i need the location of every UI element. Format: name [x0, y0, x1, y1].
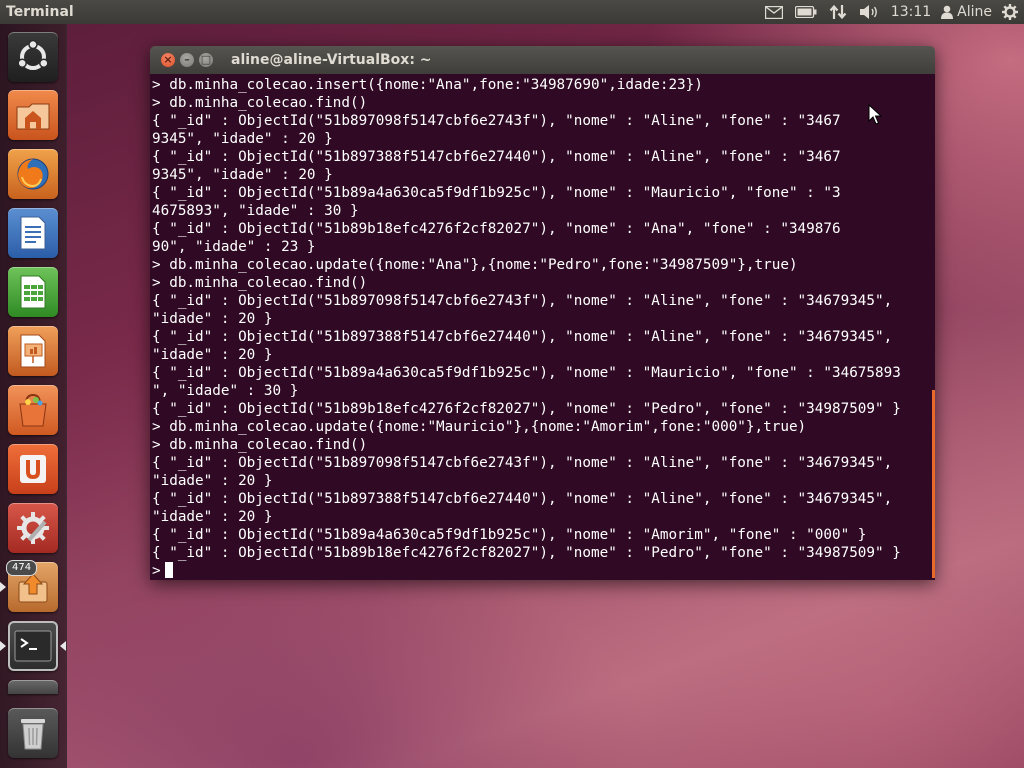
terminal-line: { "_id" : ObjectId("51b89a4a630ca5f9df1b…	[152, 365, 901, 381]
terminal-line: { "_id" : ObjectId("51b89b18efc4276f2cf8…	[152, 545, 901, 561]
close-icon[interactable]: ×	[161, 53, 175, 67]
software-center-icon	[19, 393, 47, 427]
writer-icon	[20, 216, 46, 250]
session-gear-icon[interactable]	[996, 0, 1024, 24]
user-menu[interactable]: Aline	[937, 4, 996, 20]
terminal-line: "idade" : 20 }	[152, 347, 273, 363]
maximize-icon[interactable]: □	[199, 53, 213, 67]
prompt-line[interactable]: >	[152, 562, 935, 580]
terminal-line: { "_id" : ObjectId("51b897098f5147cbf6e2…	[152, 293, 893, 309]
launcher-home-folder[interactable]	[8, 90, 58, 140]
terminal-line: ", "idade" : 30 }	[152, 383, 299, 399]
launcher-system-settings[interactable]	[8, 503, 58, 553]
launcher-ubuntu-one[interactable]	[8, 444, 58, 494]
terminal-line: > db.minha_colecao.find()	[152, 275, 368, 291]
clock[interactable]: 13:11	[885, 4, 937, 20]
home-folder-icon	[16, 103, 50, 130]
launcher-writer[interactable]	[8, 208, 58, 258]
ubuntu-one-icon	[20, 455, 46, 483]
terminal-output[interactable]: > db.minha_colecao.insert({nome:"Ana",fo…	[150, 74, 935, 580]
trash-icon	[21, 719, 45, 750]
terminal-line: 9345", "idade" : 20 }	[152, 131, 333, 147]
calc-icon	[20, 275, 46, 309]
terminal-line: 4675893", "idade" : 30 }	[152, 203, 359, 219]
prompt: >	[152, 563, 161, 579]
launcher-calc[interactable]	[8, 267, 58, 317]
launcher-firefox[interactable]	[8, 149, 58, 199]
terminal-line: { "_id" : ObjectId("51b89b18efc4276f2cf8…	[152, 401, 901, 417]
terminal-line: "idade" : 20 }	[152, 473, 273, 489]
firefox-icon	[17, 158, 49, 190]
terminal-line: > db.minha_colecao.insert({nome:"Ana",fo…	[152, 77, 703, 93]
ubuntu-logo-icon	[17, 40, 49, 70]
text-cursor	[164, 562, 173, 578]
terminal-line: > db.minha_colecao.update({nome:"Maurici…	[152, 419, 807, 435]
terminal-line: { "_id" : ObjectId("51b89b18efc4276f2cf8…	[152, 221, 841, 237]
scroll-indicator	[932, 390, 935, 578]
window-titlebar[interactable]: × – □ aline@aline-VirtualBox: ~	[150, 46, 935, 74]
settings-icon	[17, 512, 49, 544]
launcher-software-center[interactable]	[8, 385, 58, 435]
user-name: Aline	[957, 4, 992, 20]
focused-indicator	[60, 641, 66, 651]
terminal-line: "idade" : 20 }	[152, 509, 273, 525]
launcher-terminal[interactable]	[8, 621, 58, 671]
window-title: aline@aline-VirtualBox: ~	[231, 52, 432, 68]
indicator-tray: 13:11 Aline	[759, 0, 1024, 24]
terminal-line: 9345", "idade" : 20 }	[152, 167, 333, 183]
terminal-line: { "_id" : ObjectId("51b897388f5147cbf6e2…	[152, 149, 841, 165]
terminal-window: × – □ aline@aline-VirtualBox: ~ > db.min…	[150, 46, 935, 580]
active-app-title: Terminal	[6, 4, 74, 20]
terminal-line: { "_id" : ObjectId("51b897098f5147cbf6e2…	[152, 455, 893, 471]
launcher-trash[interactable]	[8, 708, 58, 758]
terminal-line: { "_id" : ObjectId("51b897098f5147cbf6e2…	[152, 113, 841, 129]
terminal-line: { "_id" : ObjectId("51b897388f5147cbf6e2…	[152, 491, 893, 507]
terminal-line: > db.minha_colecao.update({nome:"Ana"},{…	[152, 257, 798, 273]
update-count-badge: 474	[6, 560, 38, 576]
running-indicator	[0, 641, 6, 651]
battery-icon[interactable]	[789, 0, 823, 24]
terminal-line: { "_id" : ObjectId("51b897388f5147cbf6e2…	[152, 329, 893, 345]
terminal-line: > db.minha_colecao.find()	[152, 437, 368, 453]
launcher-dash-home[interactable]	[8, 32, 58, 82]
mouse-pointer-icon	[868, 104, 882, 125]
user-icon	[941, 5, 954, 19]
impress-icon	[20, 334, 46, 368]
launcher: 474	[0, 24, 67, 768]
terminal-line: "idade" : 20 }	[152, 311, 273, 327]
volume-icon[interactable]	[853, 0, 885, 24]
top-panel: Terminal 13:11 Aline	[0, 0, 1024, 24]
mail-icon[interactable]	[759, 0, 789, 24]
launcher-workspace-switcher[interactable]	[8, 680, 58, 694]
launcher-impress[interactable]	[8, 326, 58, 376]
running-indicator	[0, 582, 6, 592]
terminal-line: { "_id" : ObjectId("51b89a4a630ca5f9df1b…	[152, 185, 841, 201]
terminal-line: { "_id" : ObjectId("51b89a4a630ca5f9df1b…	[152, 527, 867, 543]
terminal-icon	[14, 630, 52, 662]
minimize-icon[interactable]: –	[180, 53, 194, 67]
terminal-line: > db.minha_colecao.find()	[152, 95, 368, 111]
terminal-lines: > db.minha_colecao.insert({nome:"Ana",fo…	[152, 76, 935, 562]
terminal-line: 90", "idade" : 23 }	[152, 239, 316, 255]
network-icon[interactable]	[823, 0, 853, 24]
